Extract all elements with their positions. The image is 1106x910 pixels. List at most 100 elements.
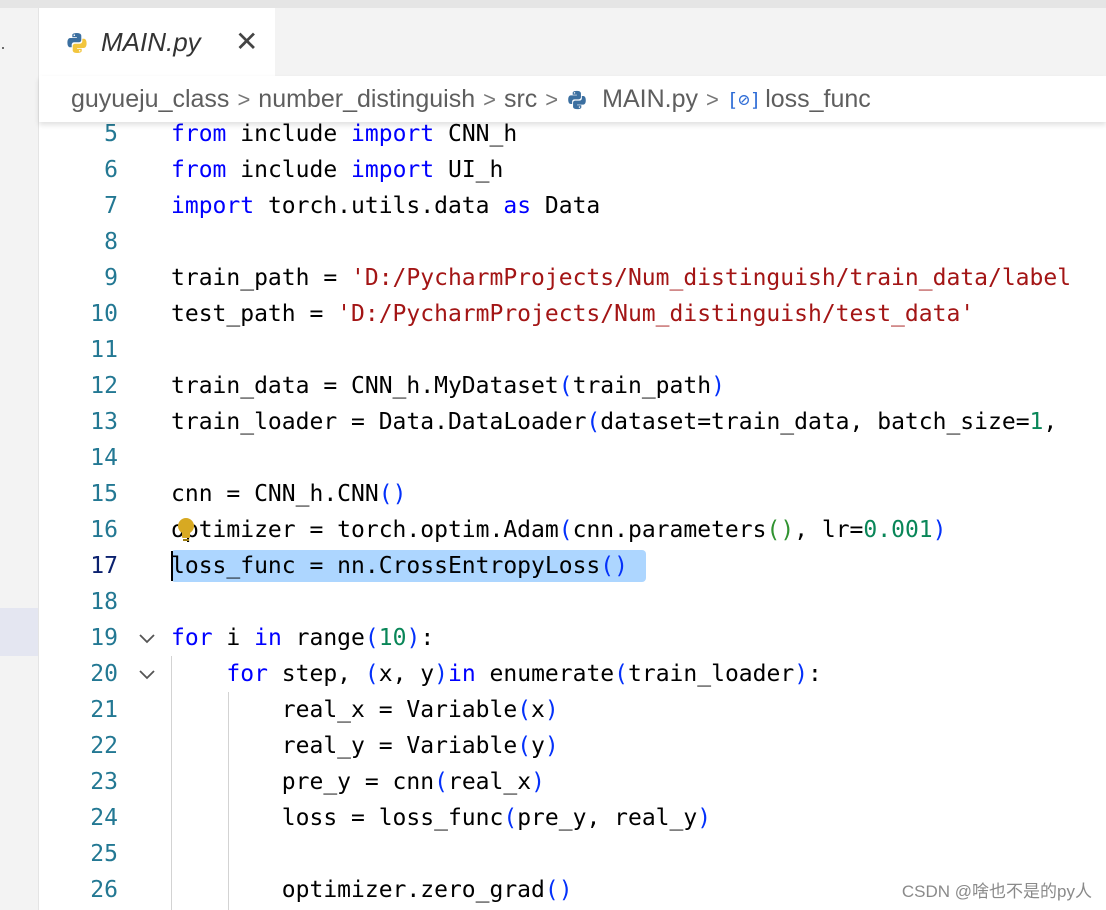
line-number: 8 — [104, 229, 118, 255]
token-kw: in — [447, 661, 490, 687]
token: enumerate — [489, 661, 615, 687]
code-text: real_x = Variable(x) — [171, 692, 559, 728]
sidebar-selected-item[interactable] — [0, 608, 38, 656]
code-line-15[interactable]: 15 cnn = CNN_h.CNN() — [39, 476, 1106, 512]
code-line-13[interactable]: 13 train_loader = Data.DataLoader(dataset… — [39, 404, 1106, 440]
breadcrumb-item-number-distinguish[interactable]: number_distinguish — [258, 85, 475, 114]
line-number: 6 — [104, 157, 118, 183]
breadcrumb-item-loss-func[interactable]: loss_func — [765, 85, 871, 114]
code-text: import torch.utils.data as Data — [171, 188, 600, 224]
token-str: 'D:/PycharmProjects/Num_distinguish/test… — [337, 301, 975, 327]
breadcrumb-item-guyueju-class[interactable]: guyueju_class — [71, 85, 229, 114]
code-line-18[interactable]: 18 — [39, 584, 1106, 620]
code-line-19[interactable]: 19 for i in range(10): — [39, 620, 1106, 656]
line-number: 14 — [90, 445, 118, 471]
line-number: 13 — [90, 409, 118, 435]
code-text: for i in range(10): — [171, 620, 434, 656]
token: optimizer = torch.optim.Adam — [171, 517, 559, 543]
indent-guide — [228, 692, 229, 910]
code-text: optimizer.zero_grad() — [171, 872, 573, 908]
chevron-right-icon: > — [237, 86, 251, 112]
code-text: from include import CNN_h — [171, 122, 517, 152]
code-line-21[interactable]: 21 real_x = Variable(x) — [39, 692, 1106, 728]
token-p1: ) — [711, 373, 725, 399]
line-number: 16 — [90, 517, 118, 543]
chevron-down-icon[interactable] — [137, 620, 157, 656]
code-text: train_loader = Data.DataLoader(dataset=t… — [171, 404, 1057, 440]
code-line-9[interactable]: 9 train_path = 'D:/PycharmProjects/Num_di… — [39, 260, 1106, 296]
token: loss_func = nn.CrossEntropyLoss — [171, 553, 601, 579]
code-text: train_path = 'D:/PycharmProjects/Num_dis… — [171, 260, 1071, 296]
code-line-25[interactable]: 25 — [39, 836, 1106, 872]
code-text: loss = loss_func(pre_y, real_y) — [171, 800, 711, 836]
token: : — [808, 661, 822, 687]
code-line-23[interactable]: 23 pre_y = cnn(real_x) — [39, 764, 1106, 800]
token-p1: () — [378, 481, 407, 507]
code-line-16[interactable]: 16 optimizer = torch.optim.Adam(cnn.param… — [39, 512, 1106, 548]
token: loss = loss_func — [171, 805, 504, 831]
window-top-strip — [0, 0, 1106, 8]
token-p1: ( — [503, 805, 518, 831]
token: include — [240, 122, 352, 147]
token-p1: ) — [544, 697, 559, 723]
token-p1: ( — [517, 733, 532, 759]
token-num: 0.001 — [863, 517, 933, 543]
token-p1: ) — [406, 625, 421, 651]
code-line-11[interactable]: 11 — [39, 332, 1106, 368]
token-kw: import — [351, 122, 448, 147]
line-number: 25 — [90, 841, 118, 867]
code-line-22[interactable]: 22 real_y = Variable(y) — [39, 728, 1106, 764]
line-number: 19 — [90, 625, 118, 651]
line-number: 11 — [90, 337, 118, 363]
lightbulb-icon[interactable] — [176, 517, 196, 543]
token-p1: ( — [558, 373, 573, 399]
token-p1: ( — [614, 661, 629, 687]
code-line-7[interactable]: 7 import torch.utils.data as Data — [39, 188, 1106, 224]
breadcrumb-item-main-py[interactable]: MAIN.py — [602, 85, 698, 114]
token: dataset=train_data, batch_size= — [600, 409, 1030, 435]
code-line-17[interactable]: 17 loss_func = nn.CrossEntropyLoss() — [39, 548, 1106, 584]
token: test_path = — [171, 301, 338, 327]
line-number: 22 — [90, 733, 118, 759]
token-p1: () — [544, 877, 573, 903]
code-text: train_data = CNN_h.MyDataset(train_path) — [171, 368, 725, 404]
line-number: 10 — [90, 301, 118, 327]
code-line-8[interactable]: 8 — [39, 224, 1106, 260]
token-kw: from — [171, 157, 241, 183]
chevron-down-icon[interactable] — [137, 656, 157, 692]
code-line-14[interactable]: 14 — [39, 440, 1106, 476]
token-p1: ) — [434, 661, 448, 687]
close-icon[interactable]: ✕ — [235, 26, 258, 58]
code-text: real_y = Variable(y) — [171, 728, 559, 764]
line-number: 15 — [90, 481, 118, 507]
token: train_loader = Data.DataLoader — [171, 409, 587, 435]
token: cnn = CNN_h.CNN — [171, 481, 379, 507]
line-number: 24 — [90, 805, 118, 831]
code-line-6[interactable]: 6 from include import UI_h — [39, 152, 1106, 188]
token-str: 'D:/PycharmProjects/Num_distinguish/trai… — [351, 265, 1072, 291]
token: torch.utils.data — [267, 193, 504, 219]
token-kw: as — [503, 193, 545, 219]
code-line-24[interactable]: 24 loss = loss_func(pre_y, real_y) — [39, 800, 1106, 836]
token: real_x — [447, 769, 532, 795]
token-p1: ( — [558, 517, 573, 543]
code-line-20[interactable]: 20 for step, (x, y)in enumerate(train_lo… — [39, 656, 1106, 692]
line-number: 5 — [104, 122, 118, 147]
tab-main-py[interactable]: MAIN.py ✕ — [39, 8, 275, 76]
token: i — [226, 625, 255, 651]
token-kw: import — [351, 157, 448, 183]
token: , lr= — [794, 517, 864, 543]
code-editor[interactable]: 5 from include import CNN_h 6 from include … — [39, 122, 1106, 910]
token-num: 1 — [1029, 409, 1044, 435]
token-kw: for — [226, 661, 282, 687]
breadcrumb-item-src[interactable]: src — [504, 85, 537, 114]
code-line-10[interactable]: 10 test_path = 'D:/PycharmProjects/Num_di… — [39, 296, 1106, 332]
breadcrumb: guyueju_class > number_distinguish > src… — [39, 76, 1106, 122]
token: UI_h — [447, 157, 504, 183]
more-icon[interactable]: · — [0, 38, 6, 56]
tab-label: MAIN.py — [101, 27, 201, 57]
code-line-12[interactable]: 12 train_data = CNN_h.MyDataset(train_pat… — [39, 368, 1106, 404]
token: CNN_h — [447, 122, 518, 147]
code-line-5[interactable]: 5 from include import CNN_h — [39, 122, 1106, 152]
